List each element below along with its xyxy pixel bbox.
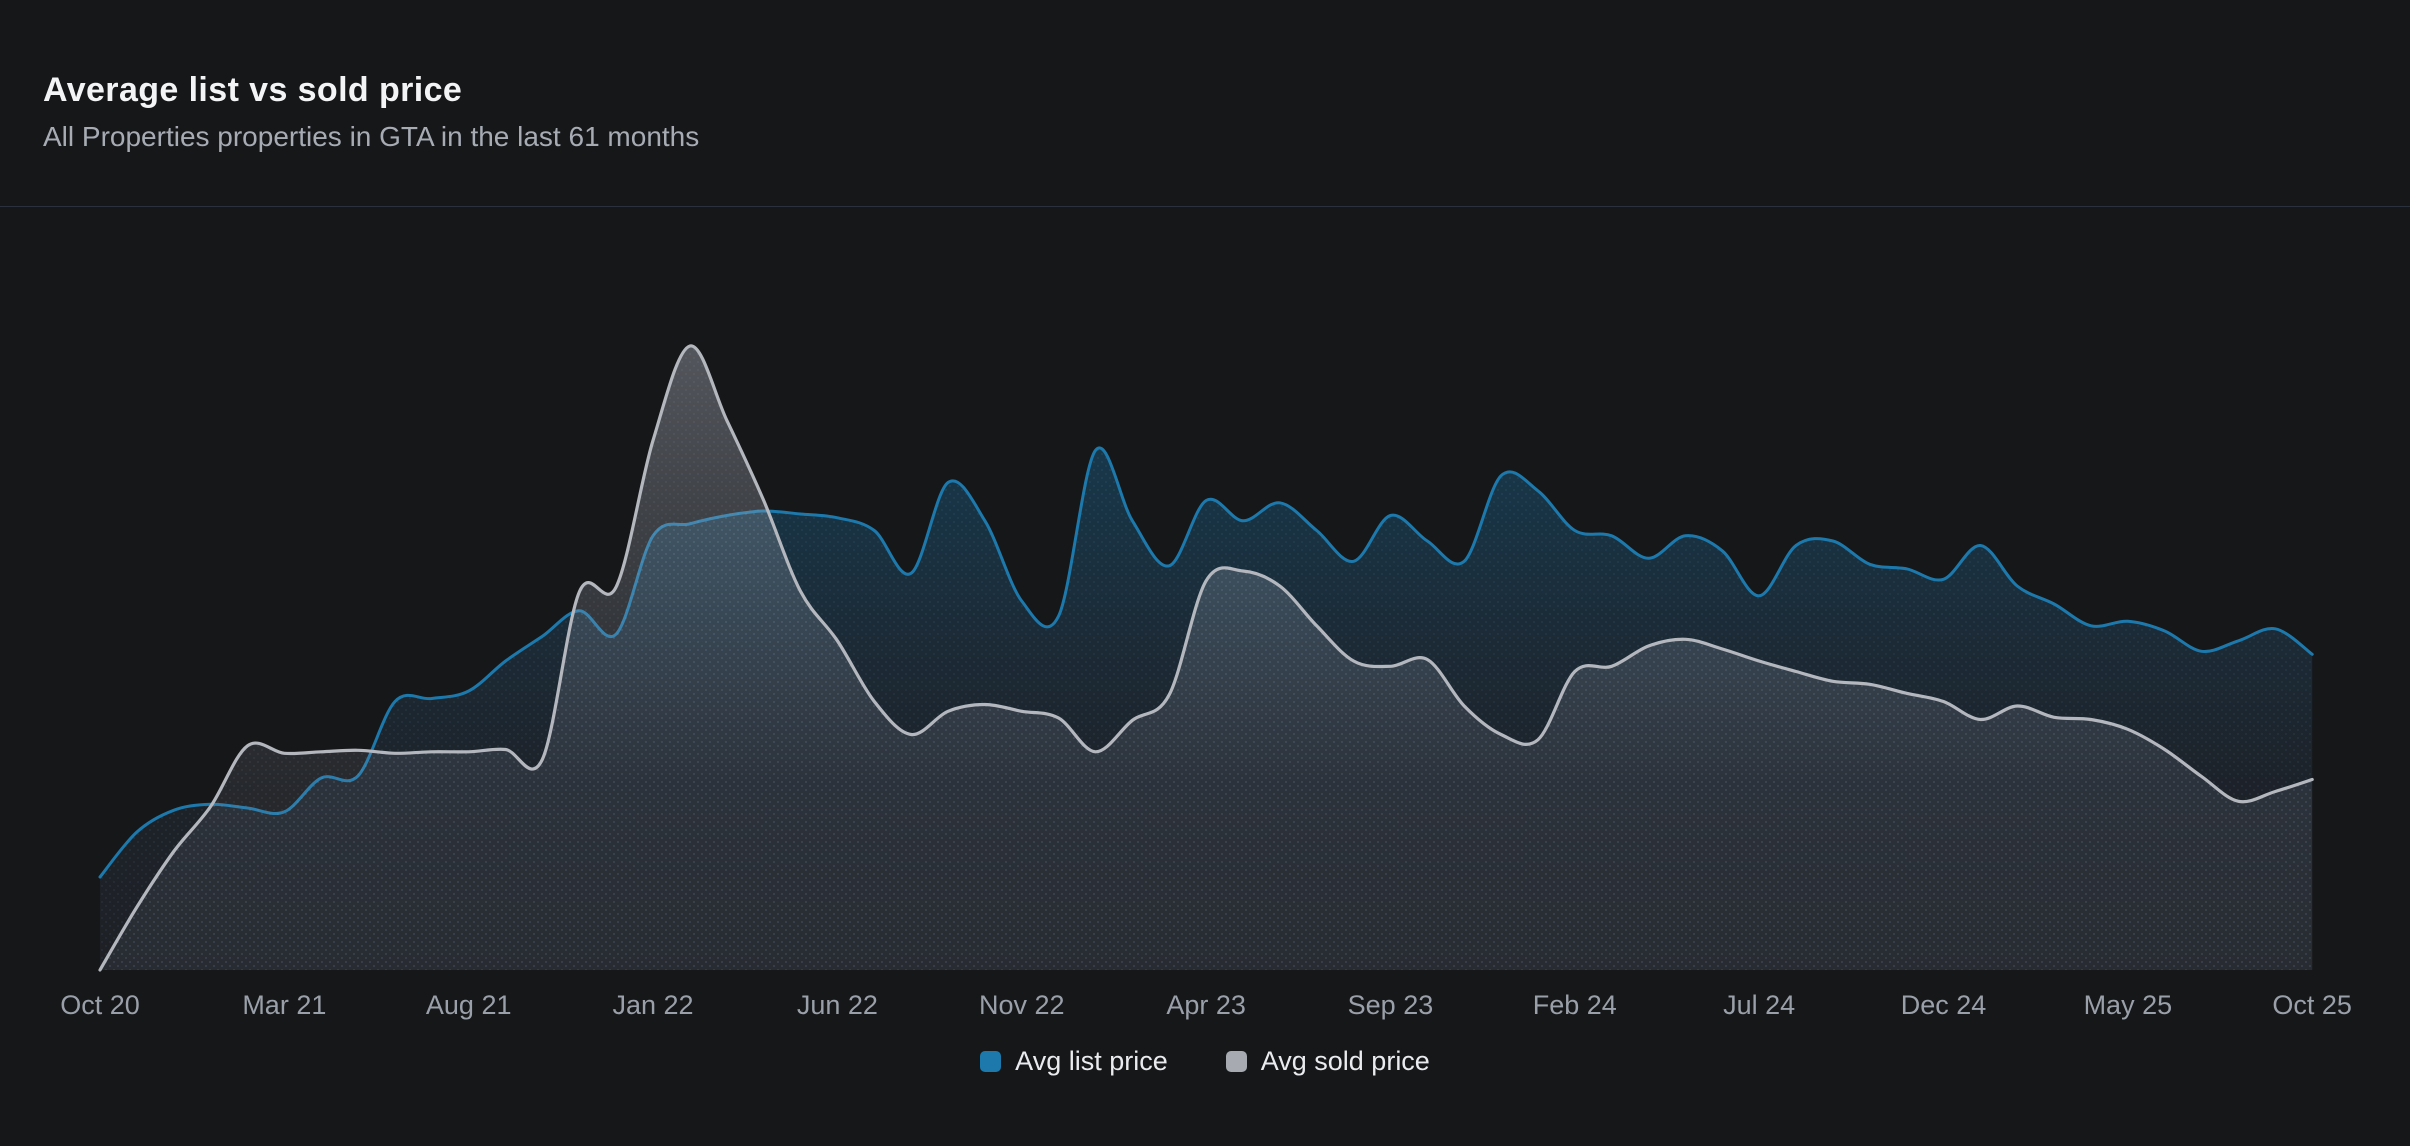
x-axis-label: Dec 24 [1901,990,1987,1021]
legend-label: Avg sold price [1261,1046,1430,1077]
area-chart-plot[interactable] [0,0,2410,1146]
x-axis-label: Jan 22 [613,990,694,1021]
x-axis-label: Jul 24 [1723,990,1795,1021]
x-axis-label: Sep 23 [1348,990,1434,1021]
chart-legend: Avg list price Avg sold price [0,1046,2410,1077]
x-axis-label: Oct 20 [60,990,140,1021]
x-axis-label: May 25 [2084,990,2173,1021]
legend-item-avg-list-price[interactable]: Avg list price [980,1046,1168,1077]
avg-list-price-legend-swatch-icon [980,1051,1001,1072]
x-axis-label: Mar 21 [242,990,326,1021]
x-axis-label: Nov 22 [979,990,1065,1021]
x-axis-label: Feb 24 [1533,990,1617,1021]
x-axis-label: Oct 25 [2272,990,2352,1021]
avg-sold-price-legend-swatch-icon [1226,1051,1247,1072]
x-axis: Oct 20 Mar 21 Aug 21 Jan 22 Jun 22 Nov 22 Apr … [0,990,2410,1024]
x-axis-label: Jun 22 [797,990,878,1021]
x-axis-label: Apr 23 [1166,990,1246,1021]
x-axis-label: Aug 21 [426,990,512,1021]
legend-label: Avg list price [1015,1046,1168,1077]
chart-card: Average list vs sold price All Propertie… [0,0,2410,1146]
legend-item-avg-sold-price[interactable]: Avg sold price [1226,1046,1430,1077]
